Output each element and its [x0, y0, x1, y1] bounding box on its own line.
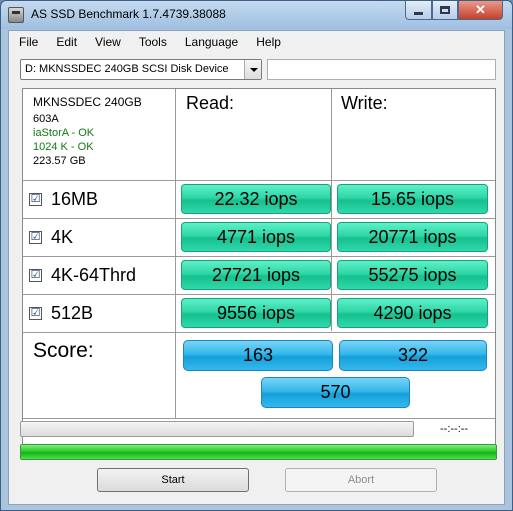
drive-capacity: 223.57 GB [33, 155, 86, 167]
menu-edit[interactable]: Edit [48, 32, 85, 52]
minimize-button[interactable] [405, 1, 432, 20]
write-result-4k-64thrd: 55275 iops [337, 260, 488, 290]
menu-language[interactable]: Language [177, 32, 246, 52]
driver-status: iaStorA - OK [33, 127, 95, 139]
test-row-512b: ☑ 512B [29, 303, 93, 324]
divider [175, 89, 176, 418]
divider [23, 332, 495, 333]
overall-progress-bar [20, 444, 497, 460]
checkbox-4k-64thrd[interactable]: ☑ [29, 269, 42, 282]
chevron-down-icon[interactable] [244, 60, 261, 79]
divider [23, 418, 495, 419]
menu-view[interactable]: View [87, 32, 129, 52]
write-header: Write: [341, 93, 388, 113]
write-result-16mb: 15.65 iops [337, 184, 488, 214]
client-area: File Edit View Tools Language Help D: MK… [8, 30, 505, 505]
results-grid: MKNSSDEC 240GB 603A iaStorA - OK 1024 K … [22, 88, 496, 446]
elapsed-time: --:--:-- [440, 423, 469, 435]
test-label: 4K-64Thrd [51, 265, 137, 285]
menu-file[interactable]: File [11, 32, 46, 52]
read-result-4k-64thrd: 27721 iops [181, 260, 331, 290]
maximize-icon [440, 6, 450, 14]
checkbox-16mb[interactable]: ☑ [29, 193, 42, 206]
drive-model: MKNSSDEC 240GB [33, 95, 142, 109]
drive-dropdown[interactable]: D: MKNSSDEC 240GB SCSI Disk Device [20, 59, 262, 80]
abort-button[interactable]: Abort [285, 468, 437, 492]
menu-bar: File Edit View Tools Language Help [9, 31, 504, 53]
title-bar[interactable]: AS SSD Benchmark 1.7.4739.38088 ✕ [1, 1, 512, 29]
overall-progress-fill [21, 445, 496, 459]
checkbox-4k[interactable]: ☑ [29, 231, 42, 244]
test-row-4k: ☑ 4K [29, 227, 73, 248]
divider [23, 256, 495, 257]
read-result-16mb: 22.32 iops [181, 184, 331, 214]
checkbox-512b[interactable]: ☑ [29, 307, 42, 320]
minimize-icon [414, 11, 423, 15]
drive-dropdown-value: D: MKNSSDEC 240GB SCSI Disk Device [25, 63, 229, 75]
menu-help[interactable]: Help [248, 32, 289, 52]
read-result-512b: 9556 iops [181, 298, 331, 328]
test-label: 512B [51, 303, 94, 323]
window-title: AS SSD Benchmark 1.7.4739.38088 [31, 7, 226, 21]
app-window: AS SSD Benchmark 1.7.4739.38088 ✕ File E… [0, 0, 513, 511]
test-label: 16MB [51, 189, 99, 209]
test-label: 4K [51, 227, 74, 247]
write-score: 322 [339, 340, 487, 371]
drive-firmware: 603A [33, 113, 59, 125]
close-button[interactable]: ✕ [458, 1, 503, 20]
read-header: Read: [186, 93, 235, 113]
write-result-512b: 4290 iops [337, 298, 488, 328]
read-result-4k: 4771 iops [181, 222, 331, 252]
start-button[interactable]: Start [97, 468, 249, 492]
close-icon: ✕ [475, 2, 486, 17]
drive-info-field[interactable] [267, 59, 496, 80]
drive-info: MKNSSDEC 240GB 603A iaStorA - OK 1024 K … [33, 95, 142, 168]
total-score: 570 [261, 377, 410, 408]
disk-icon [8, 7, 24, 23]
alignment-status: 1024 K - OK [33, 141, 94, 153]
read-score: 163 [183, 340, 333, 371]
score-label: Score: [33, 339, 94, 362]
test-row-16mb: ☑ 16MB [29, 189, 98, 210]
test-progress-bar [20, 421, 414, 437]
divider [23, 294, 495, 295]
maximize-button[interactable] [432, 1, 458, 20]
divider [23, 218, 495, 219]
divider [23, 180, 495, 181]
menu-tools[interactable]: Tools [131, 32, 175, 52]
write-result-4k: 20771 iops [337, 222, 488, 252]
test-row-4k-64thrd: ☑ 4K-64Thrd [29, 265, 136, 286]
